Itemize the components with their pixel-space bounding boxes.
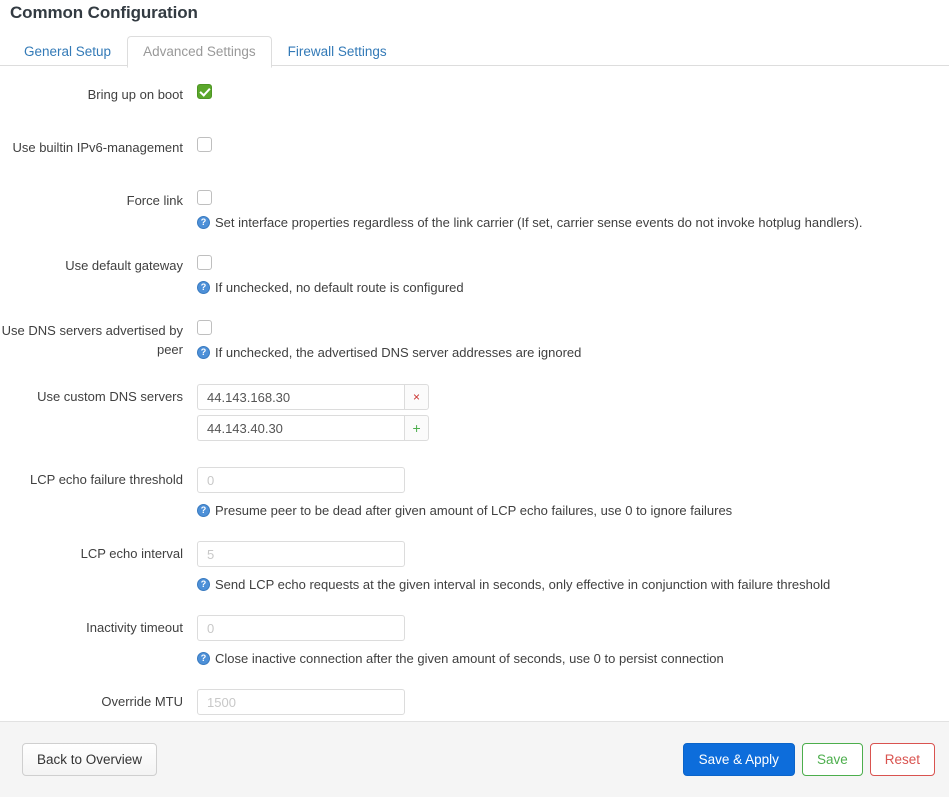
configuration-page: Common Configuration General Setup Advanc… — [0, 0, 949, 797]
checkbox-dns-advertised[interactable] — [197, 320, 212, 335]
field-custom-dns: Use custom DNS servers × + — [0, 384, 949, 446]
checkbox-ipv6-management[interactable] — [197, 137, 212, 152]
remove-dns-button[interactable]: × — [404, 384, 429, 410]
help-text: If unchecked, the advertised DNS server … — [215, 345, 582, 360]
tab-firewall-settings[interactable]: Firewall Settings — [272, 36, 403, 68]
lcp-failure-threshold-input[interactable] — [197, 467, 405, 493]
custom-dns-input-1[interactable] — [197, 384, 405, 410]
checkbox-bring-up-on-boot[interactable] — [197, 84, 212, 99]
help-icon: ? — [197, 578, 210, 591]
field-default-gateway: Use default gateway ? If unchecked, no d… — [0, 253, 949, 296]
advanced-settings-form: Bring up on boot Use builtin IPv6-manage… — [0, 66, 949, 715]
help-text: Send LCP echo requests at the given inte… — [215, 577, 831, 592]
help-icon: ? — [197, 652, 210, 665]
help-lcp-echo-interval: ? Send LCP echo requests at the given in… — [197, 577, 939, 593]
label-bring-up-on-boot: Bring up on boot — [87, 87, 183, 102]
help-force-link: ? Set interface properties regardless of… — [197, 215, 939, 231]
help-icon: ? — [197, 346, 210, 359]
tab-advanced-settings[interactable]: Advanced Settings — [127, 36, 272, 68]
field-lcp-failure-threshold: LCP echo failure threshold ? Presume pee… — [0, 467, 949, 519]
custom-dns-entry-2: + — [197, 415, 429, 441]
override-mtu-input[interactable] — [197, 689, 405, 715]
custom-dns-input-2[interactable] — [197, 415, 405, 441]
reset-button[interactable]: Reset — [869, 743, 935, 776]
custom-dns-entry-1: × — [197, 384, 429, 410]
checkbox-default-gateway[interactable] — [197, 255, 212, 270]
label-lcp-echo-interval: LCP echo interval — [80, 546, 183, 561]
label-override-mtu: Override MTU — [101, 694, 183, 709]
field-force-link: Force link ? Set interface properties re… — [0, 188, 949, 231]
help-text: Presume peer to be dead after given amou… — [215, 503, 733, 518]
label-inactivity-timeout: Inactivity timeout — [86, 620, 183, 635]
label-dns-advertised: Use DNS servers advertised by peer — [1, 323, 183, 357]
help-lcp-failure-threshold: ? Presume peer to be dead after given am… — [197, 503, 939, 519]
back-to-overview-button[interactable]: Back to Overview — [22, 743, 158, 776]
field-inactivity-timeout: Inactivity timeout ? Close inactive conn… — [0, 615, 949, 667]
help-icon: ? — [197, 216, 210, 229]
help-text: If unchecked, no default route is config… — [215, 280, 464, 295]
help-default-gateway: ? If unchecked, no default route is conf… — [197, 280, 939, 296]
footer-actions: Save & Apply Save Reset — [682, 743, 935, 776]
help-icon: ? — [197, 504, 210, 517]
save-button[interactable]: Save — [801, 743, 863, 776]
tab-bar: General Setup Advanced Settings Firewall S… — [0, 35, 949, 68]
label-ipv6-management: Use builtin IPv6-management — [12, 140, 183, 155]
page-title: Common Configuration — [10, 3, 198, 22]
form-footer: Back to Overview Save & Apply Save Reset — [0, 721, 949, 797]
add-dns-button[interactable]: + — [404, 415, 429, 441]
label-force-link: Force link — [126, 193, 183, 208]
field-ipv6-management: Use builtin IPv6-management — [0, 135, 949, 157]
label-custom-dns: Use custom DNS servers — [37, 389, 183, 404]
inactivity-timeout-input[interactable] — [197, 615, 405, 641]
field-lcp-echo-interval: LCP echo interval ? Send LCP echo reques… — [0, 541, 949, 593]
save-and-apply-button[interactable]: Save & Apply — [682, 743, 795, 776]
field-bring-up-on-boot: Bring up on boot — [0, 82, 949, 104]
checkbox-force-link[interactable] — [197, 190, 212, 205]
help-text: Set interface properties regardless of t… — [215, 215, 863, 230]
help-text: Close inactive connection after the give… — [215, 651, 724, 666]
label-default-gateway: Use default gateway — [65, 258, 183, 273]
help-dns-advertised: ? If unchecked, the advertised DNS serve… — [197, 345, 939, 361]
label-lcp-failure-threshold: LCP echo failure threshold — [30, 472, 183, 487]
help-inactivity-timeout: ? Close inactive connection after the gi… — [197, 651, 939, 667]
help-icon: ? — [197, 281, 210, 294]
lcp-echo-interval-input[interactable] — [197, 541, 405, 567]
field-override-mtu: Override MTU — [0, 689, 949, 715]
tab-general-setup[interactable]: General Setup — [8, 36, 127, 68]
field-dns-advertised: Use DNS servers advertised by peer ? If … — [0, 318, 949, 361]
